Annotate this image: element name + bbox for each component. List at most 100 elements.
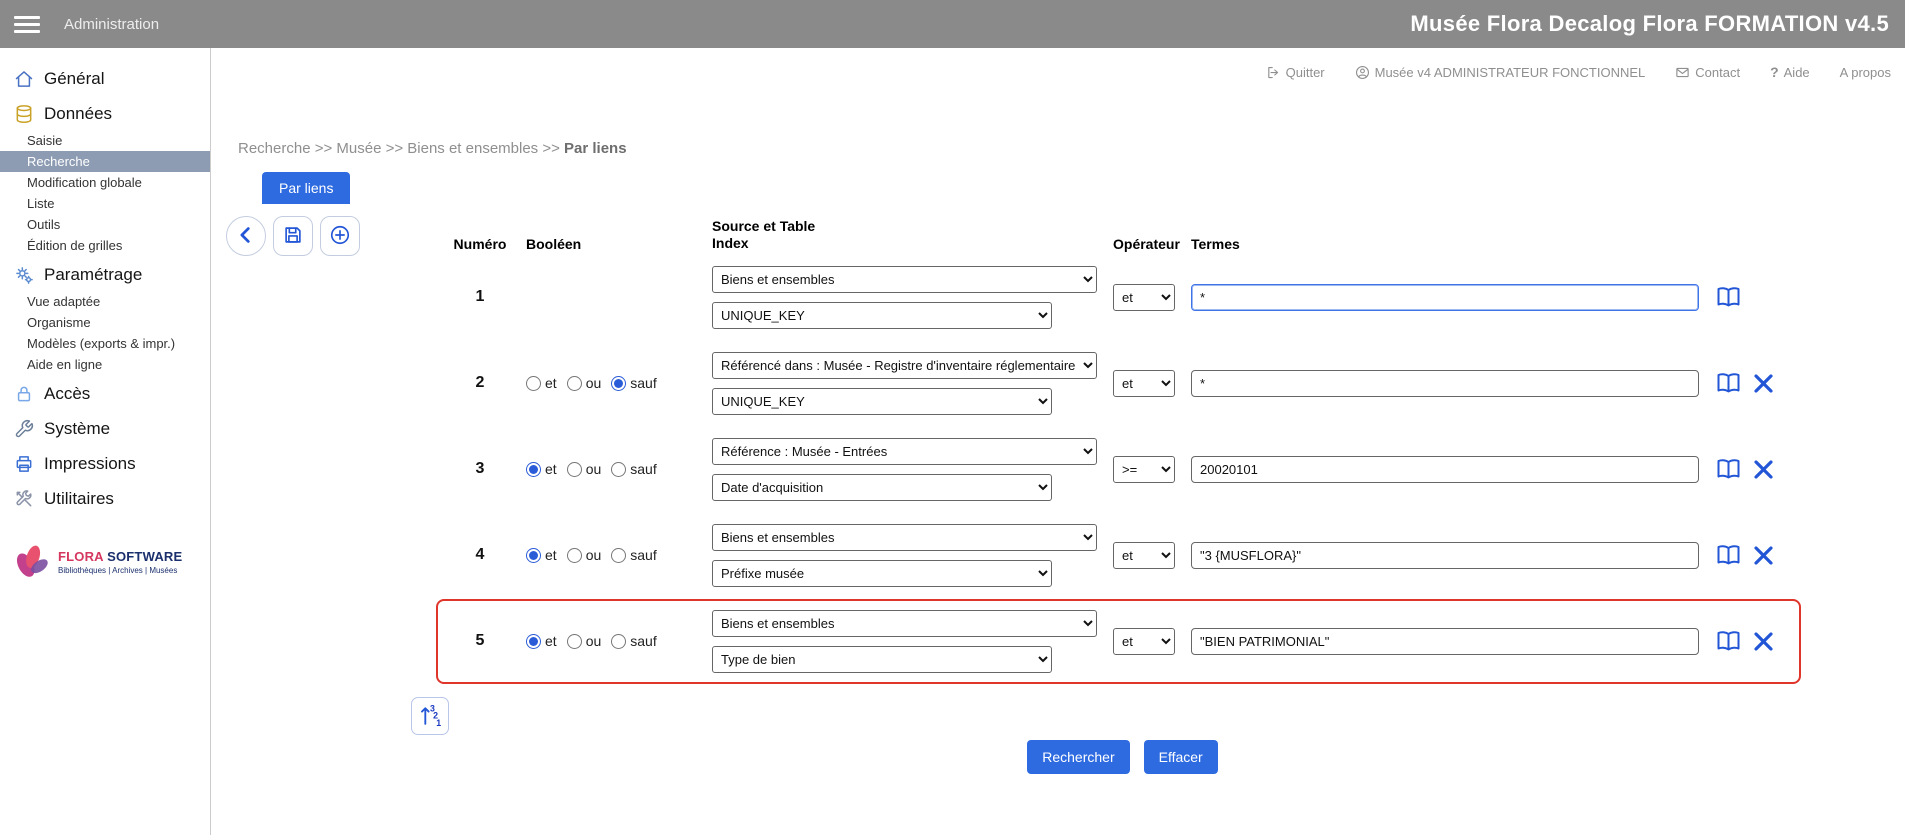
- sidebar-item-vue-adaptee[interactable]: Vue adaptée: [0, 291, 210, 312]
- query-row: 5 etousauf Biens et ensembles Type de bi…: [450, 598, 1795, 684]
- boolean-ou-radio[interactable]: ou: [567, 375, 602, 391]
- flora-logo-text: FLORA SOFTWARE Bibliothèques | Archives …: [58, 549, 182, 575]
- sidebar-item-modeles-exports-impr[interactable]: Modèles (exports & impr.): [0, 333, 210, 354]
- query-row: 4 etousauf Biens et ensembles Préfixe mu…: [450, 512, 1795, 598]
- operator-select[interactable]: et: [1113, 284, 1175, 311]
- boolean-sauf-radio[interactable]: sauf: [611, 461, 656, 477]
- utility-quitter[interactable]: Quitter: [1266, 65, 1325, 80]
- sidebar-section-label: Impressions: [44, 454, 136, 474]
- row-number: 3: [450, 460, 510, 478]
- termes-input[interactable]: [1191, 284, 1699, 311]
- boolean-ou-radio[interactable]: ou: [567, 633, 602, 649]
- sidebar-section-systeme[interactable]: Système: [0, 413, 210, 445]
- remove-row-icon[interactable]: [1752, 372, 1775, 395]
- sidebar-section-label: Système: [44, 419, 110, 439]
- remove-row-icon[interactable]: [1752, 630, 1775, 653]
- hamburger-menu-icon[interactable]: [14, 16, 40, 33]
- boolean-et-radio[interactable]: et: [526, 547, 557, 563]
- source-index-cell: Biens et ensembles Préfixe musée: [712, 524, 1097, 587]
- boolean-sauf-radio[interactable]: sauf: [611, 547, 656, 563]
- add-criterion-button[interactable]: [320, 216, 360, 256]
- lookup-book-icon[interactable]: [1715, 457, 1742, 481]
- utility-musee-v4-administrateur-fonctionnel[interactable]: Musée v4 ADMINISTRATEUR FONCTIONNEL: [1355, 65, 1646, 80]
- sidebar-section-utilitaires[interactable]: Utilitaires: [0, 483, 210, 515]
- boolean-et-radio[interactable]: et: [526, 461, 557, 477]
- index-select[interactable]: Type de bien: [712, 646, 1052, 673]
- sidebar-section-label: Général: [44, 69, 104, 89]
- flora-logo-icon: [10, 541, 52, 583]
- row-number: 5: [450, 632, 510, 650]
- wrench-icon: [14, 419, 34, 439]
- source-index-cell: Biens et ensembles Type de bien: [712, 610, 1097, 673]
- utility-contact[interactable]: Contact: [1675, 65, 1740, 80]
- lookup-book-icon[interactable]: [1715, 629, 1742, 653]
- tools-icon: [14, 489, 34, 509]
- effacer-button[interactable]: Effacer: [1144, 740, 1218, 774]
- row-number: 4: [450, 546, 510, 564]
- sidebar-item-liste[interactable]: Liste: [0, 193, 210, 214]
- utility-a-propos[interactable]: A propos: [1840, 65, 1891, 80]
- utility-aide[interactable]: ?Aide: [1770, 64, 1810, 80]
- source-select[interactable]: Biens et ensembles: [712, 266, 1097, 293]
- boolean-sauf-radio[interactable]: sauf: [611, 375, 656, 391]
- sidebar-section-donnees[interactable]: Données: [0, 98, 210, 130]
- boolean-ou-radio[interactable]: ou: [567, 547, 602, 563]
- rechercher-button[interactable]: Rechercher: [1027, 740, 1129, 774]
- lookup-book-icon[interactable]: [1715, 285, 1742, 309]
- operator-select[interactable]: et: [1113, 542, 1175, 569]
- sidebar-item-outils[interactable]: Outils: [0, 214, 210, 235]
- utility-label: Contact: [1695, 65, 1740, 80]
- query-row: 1 Biens et ensembles UNIQUE_KEY et: [450, 254, 1795, 340]
- source-index-cell: Référencé dans : Musée - Registre d'inve…: [712, 352, 1097, 415]
- operator-select[interactable]: et: [1113, 628, 1175, 655]
- column-header-source: Source et Table Index: [712, 218, 1097, 252]
- topbar: Administration Musée Flora Decalog Flora…: [0, 0, 1905, 48]
- plus-circle-icon: [329, 224, 351, 249]
- back-button[interactable]: [226, 216, 266, 256]
- sidebar-section-acces[interactable]: Accès: [0, 378, 210, 410]
- operator-select[interactable]: >=: [1113, 456, 1175, 483]
- tab-par-liens[interactable]: Par liens: [262, 172, 350, 204]
- index-select[interactable]: UNIQUE_KEY: [712, 302, 1052, 329]
- boolean-radio-group: etousauf: [526, 375, 696, 391]
- column-header-termes: Termes: [1191, 236, 1699, 252]
- lookup-book-icon[interactable]: [1715, 543, 1742, 567]
- index-select[interactable]: Préfixe musée: [712, 560, 1052, 587]
- sidebar-section-impressions[interactable]: Impressions: [0, 448, 210, 480]
- index-select[interactable]: Date d'acquisition: [712, 474, 1052, 501]
- operator-select[interactable]: et: [1113, 370, 1175, 397]
- sidebar-item-saisie[interactable]: Saisie: [0, 130, 210, 151]
- source-select[interactable]: Référence : Musée - Entrées: [712, 438, 1097, 465]
- sort-button[interactable]: 321: [411, 697, 449, 735]
- sidebar-item-recherche[interactable]: Recherche: [0, 151, 210, 172]
- query-row: 2 etousauf Référencé dans : Musée - Regi…: [450, 340, 1795, 426]
- window-title: Musée Flora Decalog Flora FORMATION v4.5: [1410, 11, 1889, 37]
- boolean-et-radio[interactable]: et: [526, 375, 557, 391]
- breadcrumb-current: Par liens: [564, 140, 627, 157]
- sidebar-item-modification-globale[interactable]: Modification globale: [0, 172, 210, 193]
- sidebar-item-organisme[interactable]: Organisme: [0, 312, 210, 333]
- boolean-sauf-radio[interactable]: sauf: [611, 633, 656, 649]
- boolean-et-radio[interactable]: et: [526, 633, 557, 649]
- termes-input[interactable]: [1191, 542, 1699, 569]
- sidebar-item-edition-de-grilles[interactable]: Édition de grilles: [0, 235, 210, 256]
- lookup-book-icon[interactable]: [1715, 371, 1742, 395]
- source-select[interactable]: Référencé dans : Musée - Registre d'inve…: [712, 352, 1097, 379]
- boolean-ou-radio[interactable]: ou: [567, 461, 602, 477]
- query-rows: 1 Biens et ensembles UNIQUE_KEY et 2 eto…: [450, 254, 1795, 684]
- help-icon: ?: [1770, 64, 1779, 80]
- termes-input[interactable]: [1191, 628, 1699, 655]
- sidebar-item-aide-en-ligne[interactable]: Aide en ligne: [0, 354, 210, 375]
- index-select[interactable]: UNIQUE_KEY: [712, 388, 1052, 415]
- source-select[interactable]: Biens et ensembles: [712, 524, 1097, 551]
- termes-input[interactable]: [1191, 370, 1699, 397]
- sidebar-section-general[interactable]: Général: [0, 63, 210, 95]
- sidebar-section-parametrage[interactable]: Paramétrage: [0, 259, 210, 291]
- termes-input[interactable]: [1191, 456, 1699, 483]
- sidebar: Général DonnéesSaisieRechercheModificatio…: [0, 48, 211, 835]
- chevron-left-icon: [235, 224, 257, 249]
- source-select[interactable]: Biens et ensembles: [712, 610, 1097, 637]
- remove-row-icon[interactable]: [1752, 544, 1775, 567]
- save-button[interactable]: [273, 216, 313, 256]
- remove-row-icon[interactable]: [1752, 458, 1775, 481]
